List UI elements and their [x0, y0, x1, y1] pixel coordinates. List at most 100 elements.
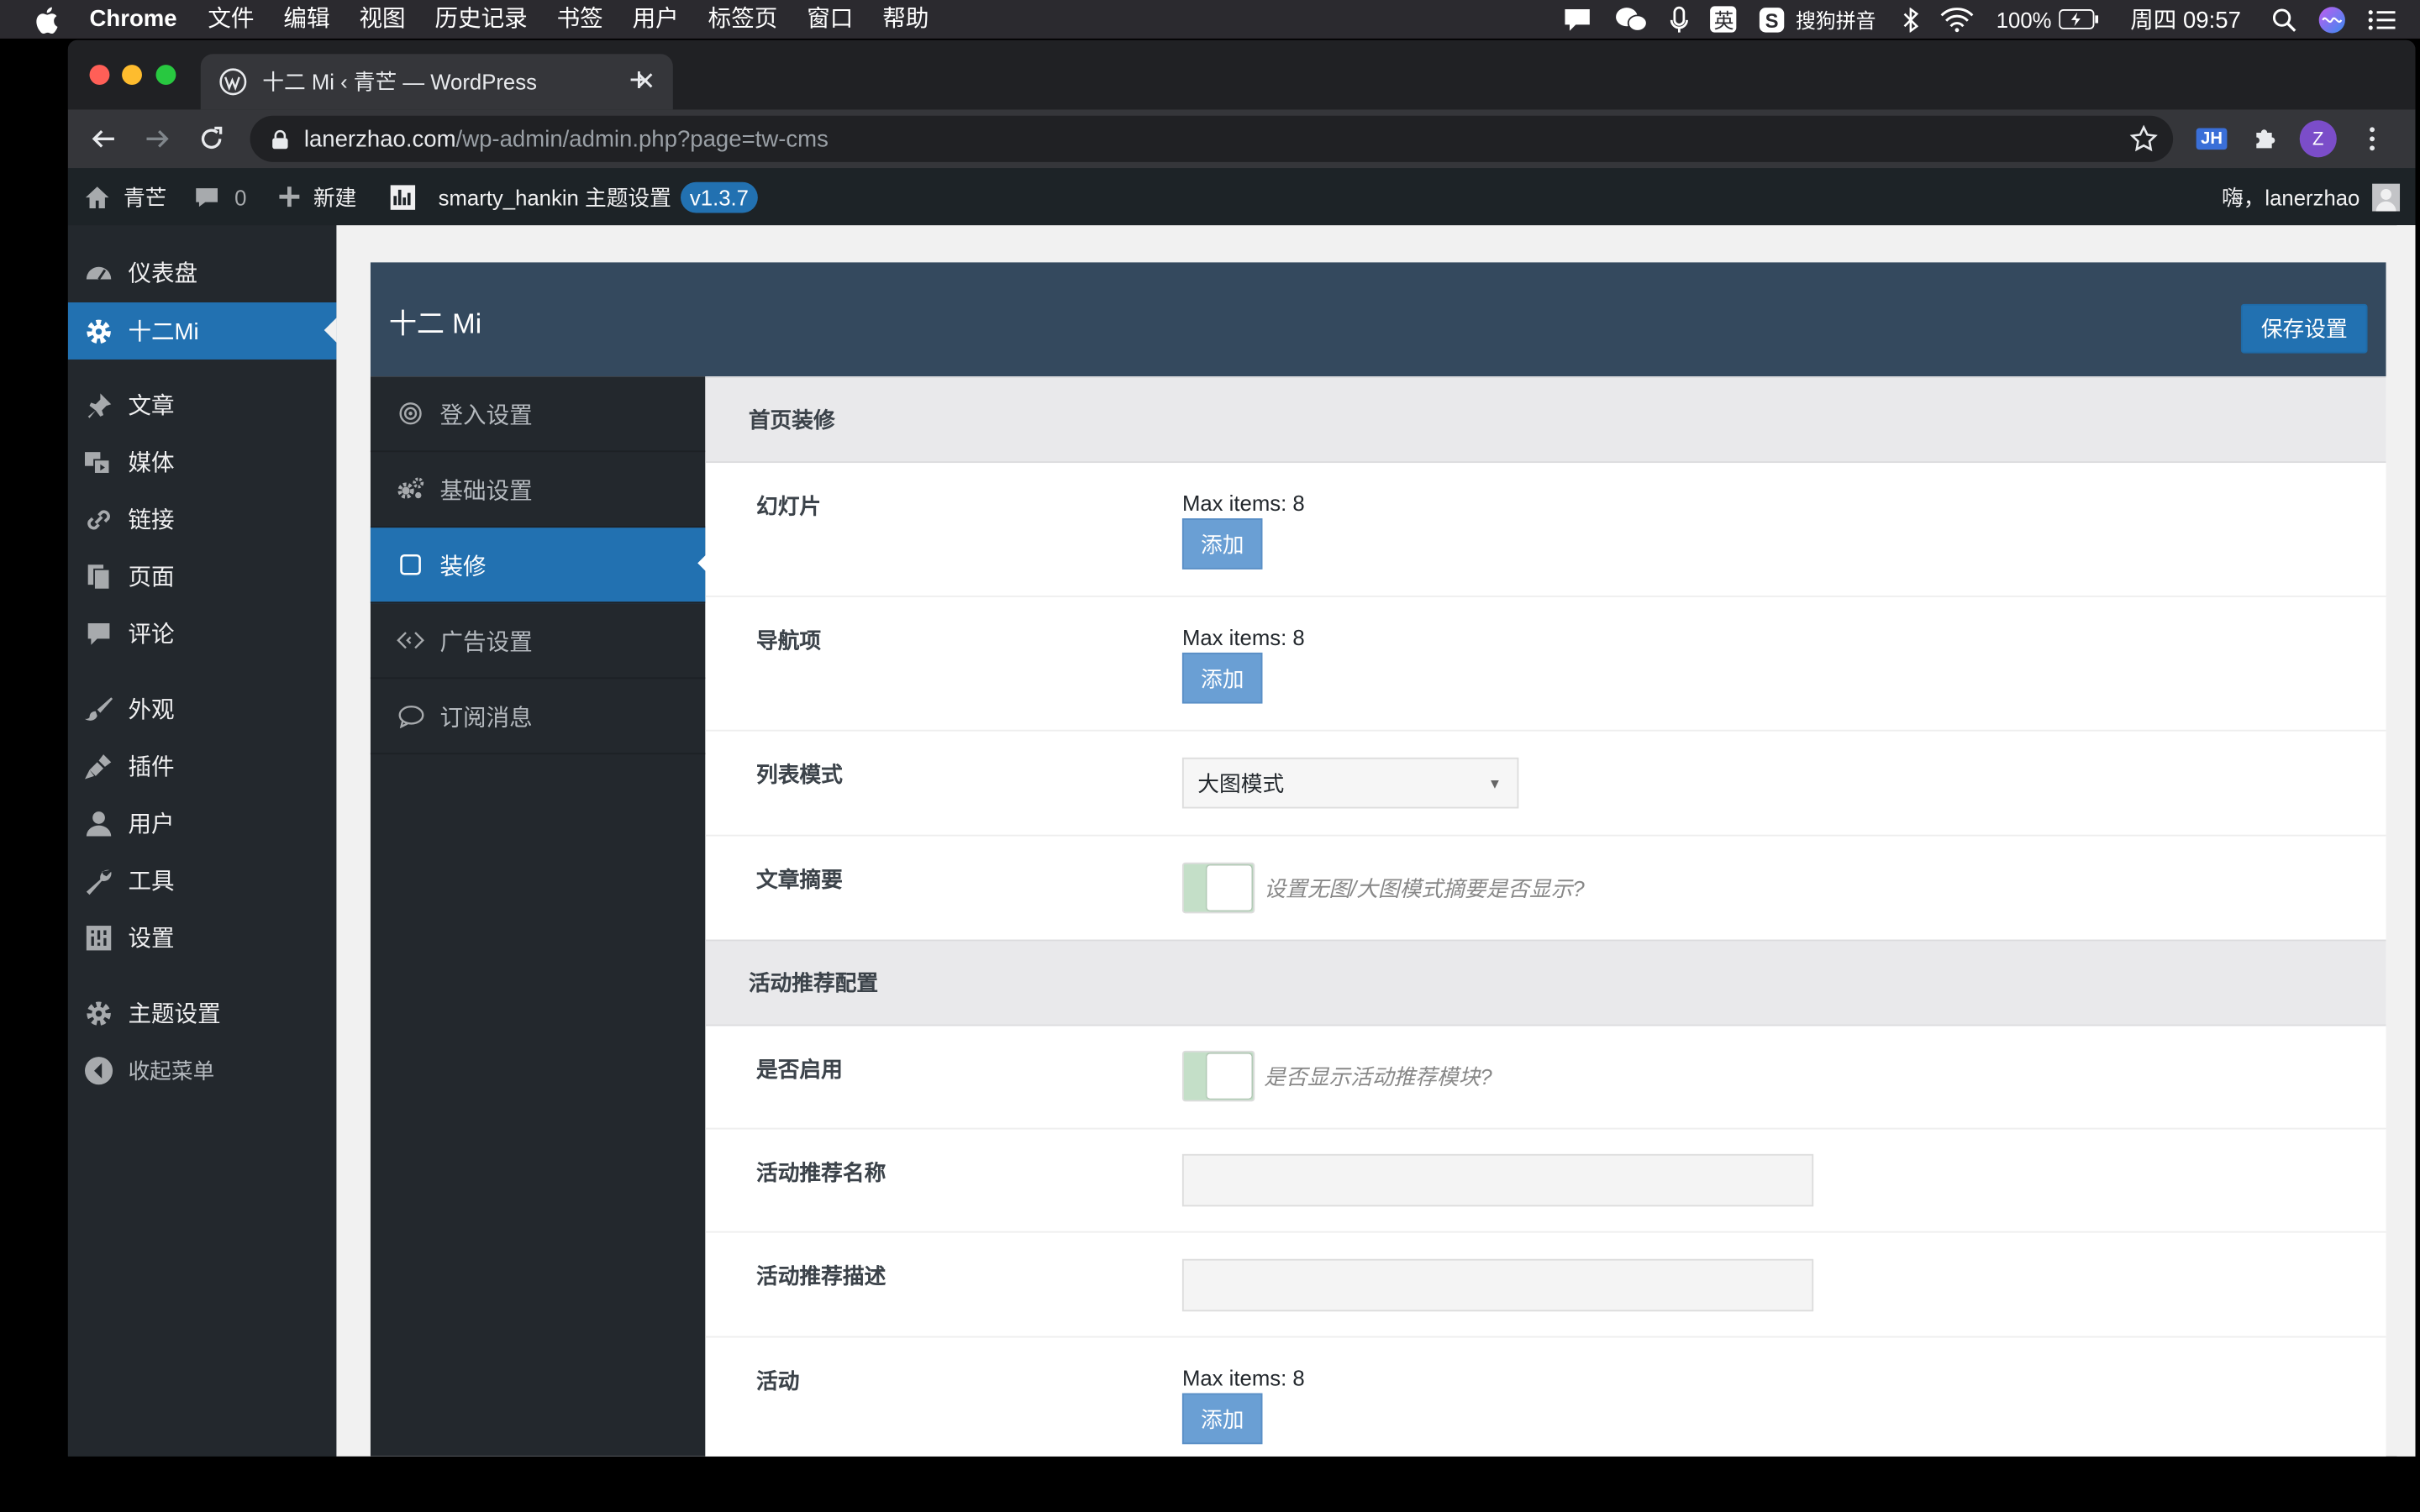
extensions-puzzle-icon[interactable]	[2243, 109, 2289, 168]
nav-items-add-button[interactable]: 添加	[1181, 652, 1263, 704]
menu-appearance[interactable]: 外观	[68, 680, 337, 738]
nav-login-settings[interactable]: 登入设置	[370, 376, 706, 453]
wrench-icon	[83, 864, 114, 895]
wifi-icon[interactable]	[1941, 0, 1975, 39]
nav-decoration[interactable]: 装修	[370, 528, 708, 604]
bluetooth-icon[interactable]	[1904, 0, 1919, 39]
chat-bubble-icon	[397, 702, 424, 730]
window-zoom-button[interactable]	[155, 65, 176, 86]
siri-icon[interactable]	[2318, 0, 2346, 39]
menu-help[interactable]: 帮助	[882, 0, 929, 39]
lock-icon[interactable]	[271, 129, 288, 149]
new-tab-button[interactable]: +	[618, 59, 660, 102]
window-minimize-button[interactable]	[122, 65, 142, 86]
browser-toolbar: lanerzhao.com/wp-admin/admin.php?page=tw…	[67, 109, 2416, 169]
list-mode-select[interactable]: 大图模式 ▼	[1181, 757, 1519, 809]
comment-icon	[83, 618, 114, 649]
menu-shier-mi[interactable]: 十二Mi	[67, 302, 337, 360]
reload-button[interactable]	[188, 109, 234, 168]
menu-view[interactable]: 视图	[359, 0, 405, 39]
settings-panel: 十二 Mi 保存设置 登入设置 基础设置 装修 广告设置 订阅消息 首页装修 幻…	[370, 262, 2386, 1457]
nav-items-label: 导航项	[756, 627, 822, 653]
panel-body: 首页装修 幻灯片 Max items: 8 添加 导航项 Max items: …	[705, 376, 2386, 1457]
gear-icon	[83, 997, 114, 1028]
menu-theme-settings[interactable]: 主题设置	[68, 984, 337, 1042]
menu-settings[interactable]: 设置	[68, 909, 337, 966]
wechat-icon[interactable]	[1615, 0, 1649, 39]
target-icon	[397, 400, 424, 428]
menu-window[interactable]: 窗口	[807, 0, 853, 39]
clock[interactable]: 周四 09:57	[2130, 0, 2241, 39]
extension-jh-icon[interactable]: JH	[2188, 109, 2234, 168]
browser-tab[interactable]: 十二 Mi ‹ 青芒 — WordPress ✕	[200, 54, 673, 110]
bookmark-star-icon[interactable]	[2129, 124, 2158, 153]
chrome-menu-icon[interactable]	[2349, 109, 2396, 168]
menu-media[interactable]: 媒体	[68, 433, 337, 491]
row-enable: 是否启用 是否显示活动推荐模块?	[705, 1026, 2386, 1130]
slides-label: 幻灯片	[756, 493, 822, 519]
url-path: /wp-admin/admin.php?page=tw-cms	[455, 125, 829, 152]
nav-basic-settings[interactable]: 基础设置	[370, 452, 706, 528]
enable-toggle[interactable]	[1181, 1050, 1255, 1102]
nav-subscription-messages[interactable]: 订阅消息	[370, 679, 706, 755]
battery-percent[interactable]: 100%	[1996, 0, 2052, 39]
menu-comments[interactable]: 评论	[68, 605, 337, 662]
menu-file[interactable]: 文件	[208, 0, 254, 39]
menu-posts[interactable]: 文章	[68, 376, 337, 433]
link-icon	[83, 504, 114, 535]
activities-add-button[interactable]: 添加	[1181, 1393, 1263, 1445]
code-icon	[397, 627, 424, 654]
forward-button[interactable]	[134, 109, 181, 168]
admin-bar-account[interactable]: 嗨，lanerzhao	[2222, 168, 2401, 225]
apple-icon[interactable]	[34, 5, 58, 34]
admin-bar-new[interactable]: 新建	[278, 168, 357, 225]
address-bar[interactable]: lanerzhao.com/wp-admin/admin.php?page=tw…	[250, 115, 2174, 162]
row-activity-name: 活动推荐名称	[705, 1129, 2386, 1233]
activity-description-input[interactable]	[1181, 1258, 1814, 1312]
notification-center-icon[interactable]	[2368, 0, 2396, 39]
ime-name[interactable]: 搜狗拼音	[1796, 0, 1876, 39]
profile-avatar[interactable]: Z	[2295, 109, 2341, 168]
menu-app-name[interactable]: Chrome	[90, 0, 177, 39]
menu-edit[interactable]: 编辑	[283, 0, 329, 39]
excerpt-toggle[interactable]	[1181, 862, 1255, 914]
menu-pages[interactable]: 页面	[68, 548, 337, 605]
menu-users[interactable]: 用户	[68, 795, 337, 852]
wp-admin-bar: 青芒 0 新建 smarty_hankin 主题设置 v1.3.7 嗨，lane…	[67, 168, 2416, 226]
row-activities: 活动 Max items: 8 添加	[705, 1337, 2386, 1456]
save-settings-button[interactable]: 保存设置	[2240, 303, 2368, 354]
admin-bar-comments[interactable]: 0	[194, 168, 247, 225]
menu-bar-status-area: 英 S 搜狗拼音 100% 周四 09:57	[1563, 0, 2420, 39]
menu-history[interactable]: 历史记录	[434, 0, 527, 39]
menu-tab[interactable]: 标签页	[708, 0, 778, 39]
notification-icon[interactable]	[1563, 0, 1594, 39]
window-close-button[interactable]	[89, 65, 110, 86]
admin-bar-theme-settings[interactable]: smarty_hankin 主题设置 v1.3.7	[389, 168, 758, 225]
menu-plugins[interactable]: 插件	[68, 738, 337, 795]
pushpin-icon	[83, 390, 114, 421]
sogou-icon[interactable]: S	[1759, 0, 1786, 39]
battery-icon[interactable]	[2059, 0, 2100, 39]
activity-name-input[interactable]	[1181, 1153, 1814, 1207]
panel-nav: 登入设置 基础设置 装修 广告设置 订阅消息	[370, 376, 708, 1457]
microphone-icon[interactable]	[1670, 0, 1689, 39]
menu-bookmarks[interactable]: 书签	[557, 0, 603, 39]
menu-dashboard[interactable]: 仪表盘	[68, 244, 337, 301]
admin-bar-site[interactable]: 青芒	[83, 168, 166, 225]
excerpt-hint: 设置无图/大图模式摘要是否显示?	[1264, 875, 1585, 900]
page-scrollbar[interactable]	[2396, 225, 2416, 1457]
slides-add-button[interactable]: 添加	[1181, 518, 1263, 570]
spotlight-search-icon[interactable]	[2272, 0, 2296, 39]
nav-ad-settings[interactable]: 广告设置	[370, 603, 706, 680]
menu-collapse[interactable]: 收起菜单	[68, 1042, 337, 1099]
input-language-indicator[interactable]: 英	[1710, 6, 1738, 33]
version-badge: v1.3.7	[680, 181, 758, 213]
menu-people[interactable]: 用户	[633, 0, 679, 39]
back-button[interactable]	[81, 109, 127, 168]
dashboard-icon	[83, 257, 114, 288]
new-label: 新建	[313, 184, 357, 209]
comment-count: 0	[234, 184, 247, 209]
panel-title: 十二 Mi	[388, 308, 482, 340]
menu-links[interactable]: 链接	[68, 491, 337, 548]
menu-tools[interactable]: 工具	[68, 852, 337, 909]
